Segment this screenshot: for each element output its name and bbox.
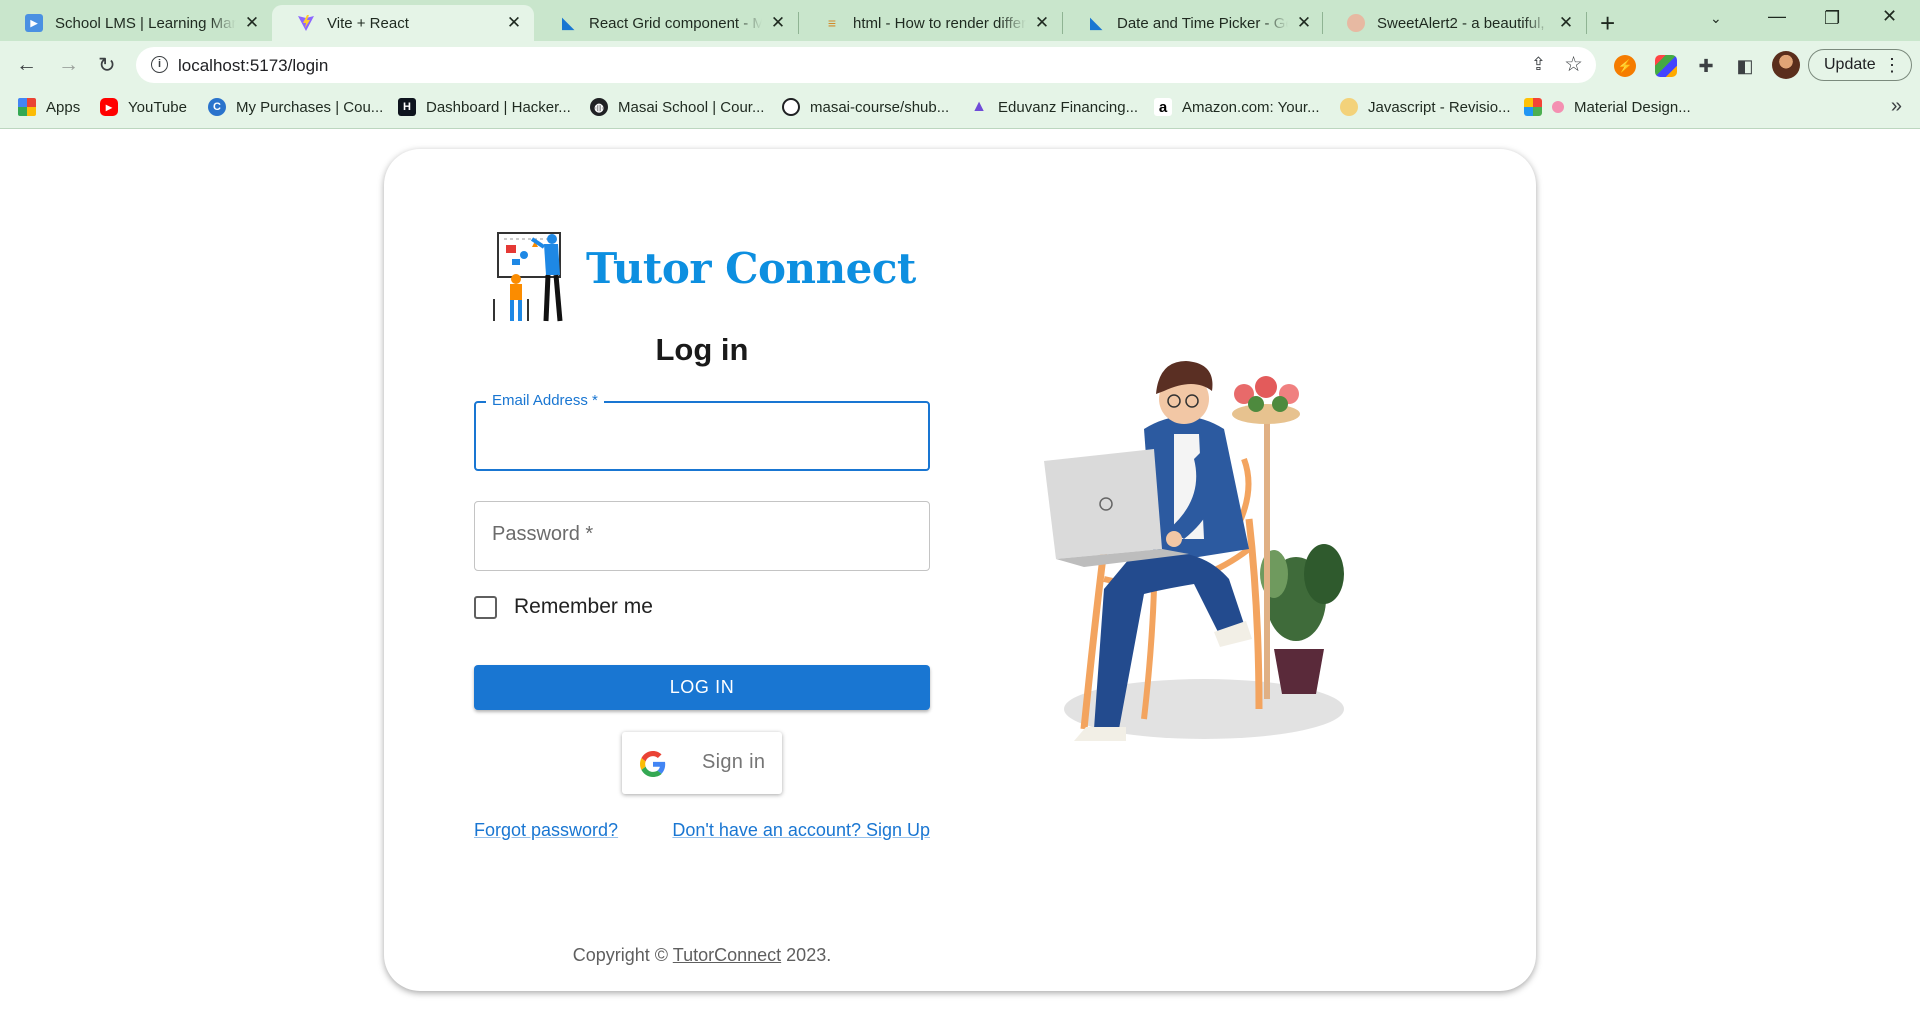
close-tab-icon[interactable]: ✕ [504, 13, 524, 33]
reload-icon[interactable]: ↻ [98, 53, 116, 78]
close-window-icon[interactable]: ✕ [1882, 6, 1897, 27]
globe-icon: ◍ [590, 98, 608, 116]
brand-name: Tutor Connect [586, 244, 916, 293]
sweetalert-icon [1347, 14, 1365, 32]
back-icon[interactable]: ← [16, 53, 37, 77]
browser-tab[interactable]: ◣ Date and Time Picker - Get ✕ [1062, 5, 1324, 41]
remember-label: Remember me [514, 595, 653, 618]
browser-tab-strip: ▶ School LMS | Learning Man ✕ Vite + Rea… [0, 0, 1920, 41]
extension-icon[interactable]: ⚡ [1614, 55, 1636, 77]
mui-icon: ◣ [562, 15, 574, 32]
remember-me[interactable]: Remember me [474, 595, 653, 619]
forward-icon[interactable]: → [58, 53, 79, 77]
play-icon: ▶ [25, 14, 43, 32]
email-label: Email Address * [486, 392, 604, 409]
menu-dots-icon: ⋮ [1883, 55, 1901, 75]
tab-search-icon[interactable]: ⌄ [1710, 10, 1722, 27]
material-flower-icon [1552, 101, 1564, 113]
bookmark-apps[interactable]: Apps [18, 98, 80, 116]
side-panel-icon[interactable]: ◧ [1734, 55, 1756, 77]
bookmark-eduvanz[interactable]: ▲ Eduvanz Financing... [970, 98, 1138, 116]
extensions-puzzle-icon[interactable]: ✚ [1695, 55, 1717, 77]
close-tab-icon[interactable]: ✕ [1294, 13, 1314, 33]
close-tab-icon[interactable]: ✕ [242, 13, 262, 33]
login-button[interactable]: LOG IN [474, 665, 930, 710]
bookmark-javascript[interactable]: Javascript - Revisio... [1340, 98, 1511, 116]
extension-colorful-icon[interactable] [1655, 55, 1677, 77]
new-tab-icon[interactable]: + [1600, 8, 1615, 39]
bookmark-masai[interactable]: ◍ Masai School | Cour... [590, 98, 764, 116]
share-icon[interactable]: ⇪ [1531, 54, 1546, 75]
hackerrank-icon: H [398, 98, 416, 116]
bookmark-star-icon[interactable]: ☆ [1564, 52, 1583, 77]
google-icon [640, 751, 666, 777]
eduvanz-icon: ▲ [971, 98, 987, 115]
close-tab-icon[interactable]: ✕ [768, 13, 788, 33]
login-card: Tutor Connect Log in Email Address * Pas… [384, 149, 1536, 991]
site-info-icon[interactable]: i [151, 56, 168, 73]
address-bar[interactable]: i localhost:5173/login ⇪ ☆ [136, 47, 1596, 83]
vite-icon [297, 14, 315, 32]
bookmark-material[interactable]: Material Design... [1524, 98, 1691, 116]
copyright: Copyright © TutorConnect 2023. [572, 945, 832, 965]
bookmark-youtube[interactable]: ▶ YouTube [100, 98, 187, 116]
browser-tab[interactable]: ▶ School LMS | Learning Man ✕ [0, 5, 272, 41]
github-icon [782, 98, 800, 116]
email-field[interactable]: Email Address * [474, 392, 930, 471]
bookmark-amazon[interactable]: a Amazon.com: Your... [1154, 98, 1320, 116]
tab-separator [1586, 12, 1587, 34]
bookmarks-bar: Apps ▶ YouTube C My Purchases | Cou... H… [0, 89, 1920, 129]
google-sign-in-button[interactable]: Sign in [622, 732, 782, 794]
google-sign-in-label: Sign in [702, 751, 766, 773]
address-url[interactable]: localhost:5173/login [178, 56, 328, 76]
sign-up-link[interactable]: Don't have an account? Sign Up [672, 820, 930, 841]
browser-toolbar: ← → ↻ i localhost:5173/login ⇪ ☆ ⚡ ✚ ◧ U… [0, 41, 1920, 89]
update-button[interactable]: Update ⋮ [1808, 49, 1912, 81]
youtube-icon: ▶ [100, 98, 118, 116]
restore-icon[interactable]: ❐ [1824, 8, 1840, 29]
page-title: Log in [655, 332, 749, 367]
javascript-icon [1340, 98, 1358, 116]
minimize-icon[interactable]: — [1768, 6, 1786, 27]
material-icon [1524, 98, 1542, 116]
bookmark-coursera[interactable]: C My Purchases | Cou... [208, 98, 383, 116]
browser-tab[interactable]: ≡ html - How to render differ ✕ [798, 5, 1062, 41]
forgot-password-link[interactable]: Forgot password? [474, 820, 618, 841]
browser-tab[interactable]: ◣ React Grid component - Ma ✕ [534, 5, 798, 41]
coursera-icon: C [208, 98, 226, 116]
bookmark-github[interactable]: masai-course/shub... [782, 98, 949, 116]
close-tab-icon[interactable]: ✕ [1032, 13, 1052, 33]
remember-checkbox[interactable] [474, 595, 497, 619]
password-placeholder: Password * [492, 523, 594, 545]
apps-grid-icon [18, 98, 36, 116]
bookmark-hackerrank[interactable]: H Dashboard | Hacker... [398, 98, 571, 116]
amazon-icon: a [1154, 98, 1172, 116]
copyright-brand-link[interactable]: TutorConnect [673, 945, 781, 965]
password-field[interactable]: Password * [474, 501, 930, 571]
stackoverflow-icon: ≡ [827, 15, 837, 31]
profile-avatar[interactable] [1772, 51, 1800, 79]
more-bookmarks-icon[interactable]: » [1891, 95, 1902, 118]
student-laptop-illustration [1044, 361, 1344, 741]
mui-icon: ◣ [1090, 15, 1102, 32]
browser-tab-active[interactable]: Vite + React ✕ [272, 5, 534, 41]
browser-tab[interactable]: SweetAlert2 - a beautiful, re ✕ [1322, 5, 1586, 41]
close-tab-icon[interactable]: ✕ [1556, 13, 1576, 33]
